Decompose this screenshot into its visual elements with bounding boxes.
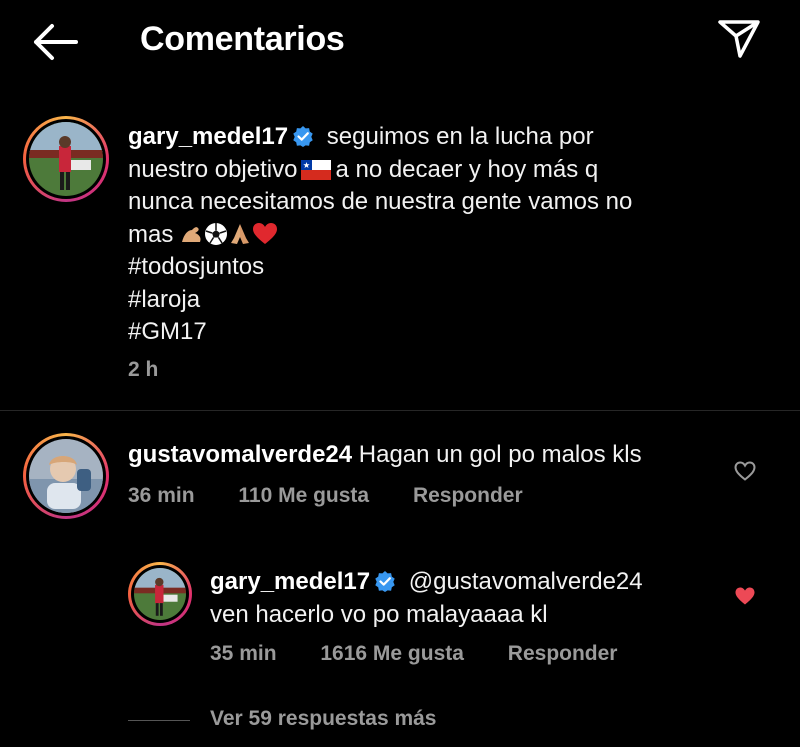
reply-reply-button[interactable]: Responder bbox=[508, 642, 618, 665]
caption-avatar[interactable] bbox=[23, 116, 109, 202]
reply-text: gary_medel17 @gustavomalverde24 ven hace… bbox=[210, 566, 730, 631]
paper-plane-icon[interactable] bbox=[715, 16, 763, 60]
heart-outline-icon[interactable] bbox=[734, 461, 756, 481]
flexed-biceps-icon bbox=[182, 226, 201, 242]
comment-text: gustavomalverde24 Hagan un gol po malos … bbox=[128, 439, 708, 472]
comment-meta: 36 min 110 Me gusta Responder bbox=[128, 484, 561, 508]
caption-line-2a: nuestro objetivo bbox=[128, 155, 298, 183]
comment-time: 36 min bbox=[128, 484, 195, 507]
comment-likes[interactable]: 110 Me gusta bbox=[238, 484, 369, 507]
comment-reply-button[interactable]: Responder bbox=[413, 484, 523, 507]
arrow-left-icon[interactable] bbox=[30, 22, 80, 62]
caption-line-1: seguimos en la lucha por bbox=[326, 123, 594, 150]
comment-body: Hagan un gol po malos kls bbox=[358, 441, 642, 468]
verified-badge-icon bbox=[293, 126, 313, 147]
player-photo bbox=[29, 122, 103, 196]
caption-line-2b: a no decaer y hoy más q bbox=[335, 155, 599, 183]
hashtag-2[interactable]: #laroja bbox=[128, 286, 200, 313]
reply-avatar[interactable] bbox=[128, 562, 192, 626]
caption-text: gary_medel17 seguimos en la lucha por nu… bbox=[128, 121, 768, 349]
reply-mention[interactable]: @gustavomalverde24 bbox=[409, 568, 643, 595]
hashtag-3[interactable]: #GM17 bbox=[128, 318, 207, 345]
comment-username[interactable]: gustavomalverde24 bbox=[128, 441, 352, 468]
reply-body: ven hacerlo vo po malayaaaa kl bbox=[210, 600, 548, 628]
top-bar: Comentarios bbox=[0, 0, 800, 82]
view-more-replies-button[interactable]: Ver 59 respuestas más bbox=[210, 707, 437, 731]
soccer-ball-icon bbox=[205, 222, 228, 245]
red-heart-icon bbox=[253, 222, 278, 244]
reply-meta: 35 min 1616 Me gusta Responder bbox=[210, 642, 655, 666]
caption-line-4: mas bbox=[128, 221, 278, 248]
chile-flag-icon bbox=[301, 159, 332, 180]
folded-hands-icon bbox=[231, 223, 250, 244]
child-photo bbox=[29, 439, 103, 513]
reply-username[interactable]: gary_medel17 bbox=[210, 568, 370, 595]
thread-line bbox=[128, 720, 190, 721]
caption-line-3: nunca necesitamos de nuestra gente vamos… bbox=[128, 188, 633, 215]
player-photo bbox=[134, 568, 186, 620]
reply-likes[interactable]: 1616 Me gusta bbox=[320, 642, 464, 665]
comment-avatar[interactable] bbox=[23, 433, 109, 519]
reply-time: 35 min bbox=[210, 642, 277, 665]
heart-filled-icon[interactable] bbox=[734, 586, 756, 606]
page-title: Comentarios bbox=[140, 20, 345, 58]
divider bbox=[0, 410, 800, 411]
caption-username[interactable]: gary_medel17 bbox=[128, 123, 288, 150]
verified-badge-icon bbox=[375, 571, 395, 592]
hashtag-1[interactable]: #todosjuntos bbox=[128, 253, 264, 280]
caption-time: 2 h bbox=[128, 358, 159, 381]
